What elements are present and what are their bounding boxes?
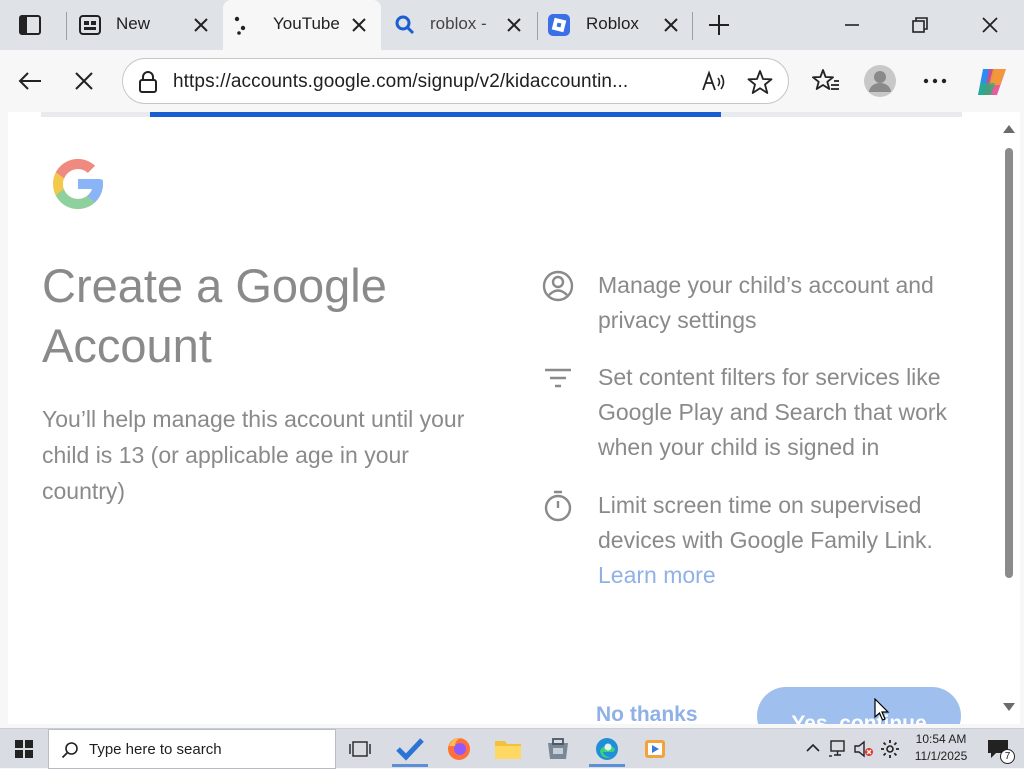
google-logo-icon bbox=[53, 159, 103, 209]
feature-text: Limit screen time on supervised devices … bbox=[598, 492, 933, 553]
settings-more-button[interactable] bbox=[915, 64, 955, 98]
read-aloud-icon[interactable] bbox=[701, 70, 727, 94]
search-icon bbox=[61, 742, 78, 759]
restore-icon bbox=[912, 17, 928, 33]
clock-date: 11/1/2025 bbox=[914, 749, 968, 763]
copilot-icon bbox=[978, 69, 1006, 95]
more-dots-icon bbox=[923, 78, 947, 84]
favorites-icon bbox=[812, 69, 839, 90]
restore-button[interactable] bbox=[886, 0, 954, 50]
signup-progress-bar bbox=[150, 112, 721, 117]
tab-title: YouTube bbox=[273, 14, 340, 33]
network-icon[interactable] bbox=[828, 739, 850, 759]
new-tab-icon bbox=[79, 15, 101, 35]
feature-content-filters: Set content filters for services like Go… bbox=[545, 360, 978, 465]
yes-continue-button[interactable]: Yes, continue bbox=[757, 687, 961, 724]
stop-x-icon bbox=[75, 72, 93, 90]
notifications-button[interactable]: 7 bbox=[978, 731, 1018, 767]
media-player-icon bbox=[645, 740, 665, 758]
back-button[interactable] bbox=[12, 64, 48, 98]
minimize-button[interactable] bbox=[818, 0, 886, 50]
timer-icon bbox=[544, 490, 572, 522]
windows-taskbar: Type here to search 10:54 AM 11/1/2025 7 bbox=[0, 728, 1024, 769]
close-tab-icon[interactable] bbox=[505, 16, 523, 34]
checkmark-app-icon bbox=[396, 738, 424, 761]
close-tab-icon[interactable] bbox=[192, 16, 210, 34]
tab-title: roblox - bbox=[430, 14, 487, 33]
loading-spinner-icon bbox=[234, 16, 246, 35]
system-clock[interactable]: 10:54 AM 11/1/2025 bbox=[905, 731, 977, 765]
site-info-icon[interactable] bbox=[137, 71, 159, 93]
favorites-button[interactable] bbox=[806, 64, 846, 98]
scroll-thumb[interactable] bbox=[1005, 148, 1013, 578]
tab-new-tab[interactable]: New tab bbox=[68, 0, 222, 50]
favorite-star-icon[interactable] bbox=[747, 69, 773, 95]
feature-privacy-settings: Manage your child’s account and privacy … bbox=[542, 268, 978, 338]
filter-icon bbox=[545, 368, 571, 388]
taskbar-app-firefox[interactable] bbox=[437, 731, 481, 767]
address-bar[interactable]: https://accounts.google.com/signup/v2/ki… bbox=[122, 58, 789, 104]
firefox-icon bbox=[448, 738, 470, 760]
new-tab-button[interactable] bbox=[702, 9, 736, 41]
plus-icon bbox=[709, 15, 729, 35]
tab-youtube[interactable]: YouTube bbox=[223, 0, 381, 50]
search-icon bbox=[395, 15, 415, 35]
close-window-button[interactable] bbox=[956, 0, 1024, 50]
account-circle-icon bbox=[542, 270, 574, 302]
taskbar-search-placeholder: Type here to search bbox=[89, 741, 222, 758]
page-scrollbar[interactable] bbox=[1000, 118, 1018, 718]
page-title: Create a Google Account bbox=[42, 259, 387, 372]
volume-muted-icon[interactable] bbox=[853, 739, 875, 759]
close-tab-icon[interactable] bbox=[662, 16, 680, 34]
close-icon bbox=[982, 17, 998, 33]
close-tab-icon[interactable] bbox=[350, 16, 368, 34]
copilot-button[interactable] bbox=[970, 62, 1014, 102]
tab-strip: New tab YouTube roblox - Roblox bbox=[0, 0, 1024, 50]
show-hidden-icons-icon[interactable] bbox=[806, 742, 820, 754]
taskbar-app-file-explorer[interactable] bbox=[486, 731, 530, 767]
edge-icon bbox=[596, 738, 618, 760]
notification-count-badge: 7 bbox=[1000, 749, 1015, 764]
browser-toolbar: https://accounts.google.com/signup/v2/ki… bbox=[0, 50, 1024, 112]
scroll-up-arrow-icon[interactable] bbox=[1002, 124, 1016, 134]
tab-actions-icon bbox=[19, 15, 41, 35]
feature-text: Set content filters for services like Go… bbox=[598, 364, 948, 460]
page-viewport: Create a Google Account You’ll help mana… bbox=[8, 112, 1020, 724]
minimize-icon bbox=[845, 24, 859, 26]
scroll-down-arrow-icon[interactable] bbox=[1002, 702, 1016, 712]
taskbar-search-box[interactable]: Type here to search bbox=[48, 729, 336, 769]
feature-text: Manage your child’s account and privacy … bbox=[598, 272, 934, 333]
tab-title: New tab bbox=[116, 14, 154, 33]
tab-actions-button[interactable] bbox=[10, 11, 50, 39]
tab-title: Roblox bbox=[586, 14, 639, 33]
feature-screen-time: Limit screen time on supervised devices … bbox=[544, 488, 978, 593]
folder-icon bbox=[495, 741, 521, 759]
roblox-icon bbox=[548, 14, 570, 36]
windows-logo-icon bbox=[15, 740, 33, 758]
back-arrow-icon bbox=[18, 72, 41, 90]
taskbar-app-edge[interactable] bbox=[585, 731, 629, 767]
clock-time: 10:54 AM bbox=[915, 732, 967, 746]
store-icon bbox=[548, 738, 568, 759]
task-view-button[interactable] bbox=[338, 731, 382, 767]
taskbar-app-media[interactable] bbox=[633, 731, 677, 767]
tab-roblox[interactable]: Roblox bbox=[538, 0, 690, 50]
avatar-icon bbox=[864, 65, 896, 97]
learn-more-link[interactable]: Learn more bbox=[598, 562, 716, 588]
profile-button[interactable] bbox=[860, 62, 900, 100]
no-thanks-button[interactable]: No thanks bbox=[596, 703, 698, 724]
taskbar-app-todo[interactable] bbox=[388, 731, 432, 767]
tab-roblox-search[interactable]: roblox - bbox=[383, 0, 535, 50]
settings-gear-icon[interactable] bbox=[880, 739, 900, 759]
task-view-icon bbox=[349, 741, 371, 757]
start-button[interactable] bbox=[2, 731, 46, 767]
taskbar-app-store[interactable] bbox=[536, 731, 580, 767]
mouse-cursor-icon bbox=[874, 698, 890, 721]
page-subtitle: You’ll help manage this account until yo… bbox=[42, 406, 465, 504]
stop-loading-button[interactable] bbox=[66, 64, 102, 98]
url-text[interactable]: https://accounts.google.com/signup/v2/ki… bbox=[173, 71, 628, 93]
